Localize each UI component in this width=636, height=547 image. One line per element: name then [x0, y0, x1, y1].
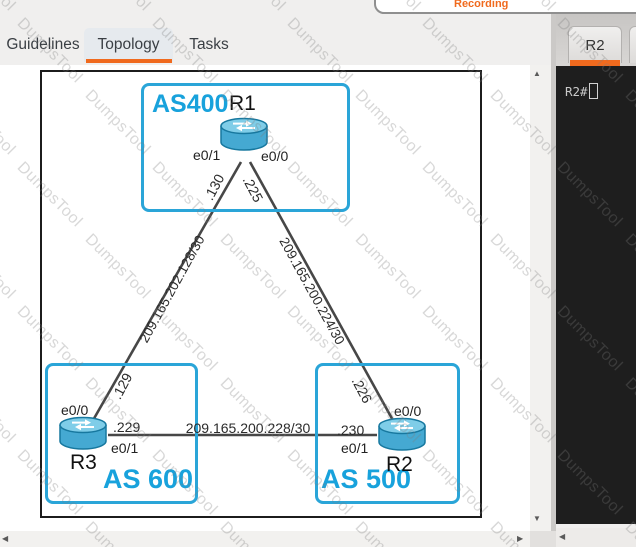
- if-label-r3-e01: e0/1: [111, 440, 138, 456]
- active-tab-indicator: [86, 59, 172, 63]
- router-icon-r2[interactable]: [377, 417, 427, 453]
- ip-label-229: .229: [113, 419, 140, 435]
- console-tab-next-partial[interactable]: [629, 26, 636, 63]
- terminal-prompt: R2#: [565, 84, 588, 99]
- terminal-scroll-left-arrow[interactable]: ◀: [559, 533, 565, 541]
- scrollbar-corner: [530, 531, 556, 547]
- if-label-r3-e00: e0/0: [61, 402, 88, 418]
- tab-tasks[interactable]: Tasks: [184, 28, 234, 62]
- if-label-r2-e01: e0/1: [341, 440, 368, 456]
- recording-status-text: Recording: [454, 0, 508, 10]
- subnet-label-bottom: 209.165.200.228/30: [177, 420, 319, 436]
- ip-label-230: .230: [337, 422, 364, 438]
- terminal-r2[interactable]: R2#: [556, 66, 636, 524]
- left-panel-vertical-scrollbar[interactable]: [530, 65, 551, 531]
- router-label-r1: R1: [229, 92, 256, 116]
- watermark-text: DumpsTool: [0, 0, 19, 15]
- watermark-text: DumpsTool: [81, 0, 154, 15]
- scroll-left-arrow[interactable]: ◀: [2, 535, 8, 543]
- router-label-r2: R2: [386, 453, 413, 477]
- tab-guidelines[interactable]: Guidelines: [4, 28, 82, 62]
- if-label-r1-e01: e0/1: [193, 147, 220, 163]
- scroll-up-arrow[interactable]: ▲: [533, 70, 541, 78]
- console-tab-r2[interactable]: R2: [568, 26, 622, 63]
- terminal-horizontal-scrollbar[interactable]: [556, 528, 636, 547]
- if-label-r1-e00: e0/0: [261, 148, 288, 164]
- router-label-r3: R3: [70, 451, 97, 475]
- recording-popup: Recording: [374, 0, 636, 14]
- as400-label: AS400: [152, 90, 228, 119]
- router-icon-r3[interactable]: [58, 416, 108, 452]
- terminal-cursor: [589, 83, 598, 99]
- if-label-r2-e00: e0/0: [394, 403, 421, 419]
- scroll-down-arrow[interactable]: ▼: [533, 515, 541, 523]
- tab-topology[interactable]: Topology: [84, 28, 173, 62]
- console-active-tab-indicator: [570, 60, 620, 66]
- as600-label: AS 600: [103, 464, 193, 495]
- scroll-right-arrow[interactable]: ▶: [517, 535, 523, 543]
- watermark-text: DumpsTool: [216, 0, 289, 15]
- left-panel-horizontal-scrollbar[interactable]: [0, 531, 530, 547]
